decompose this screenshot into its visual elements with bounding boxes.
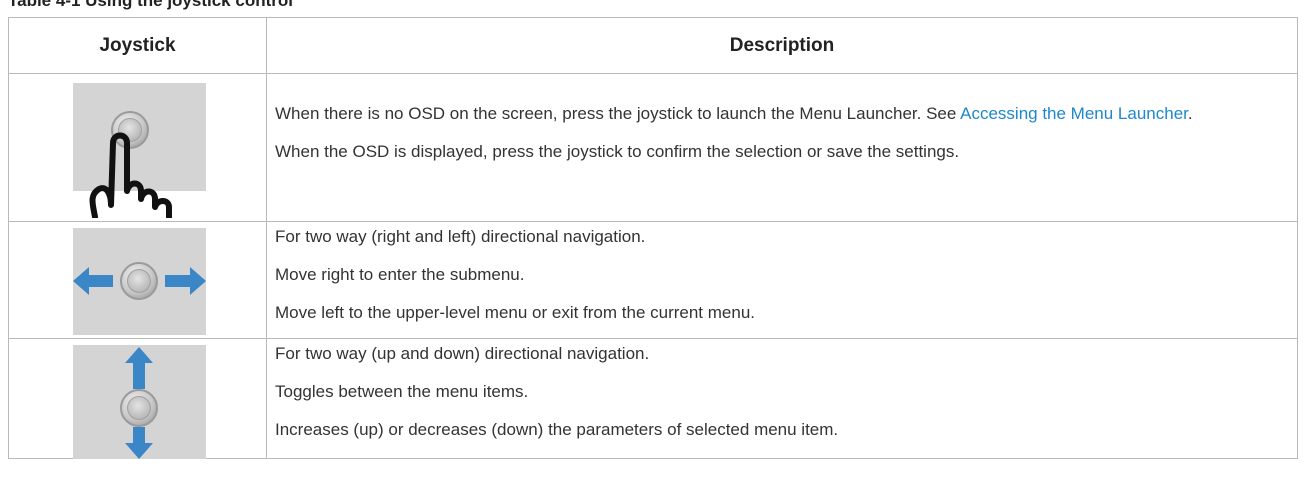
description-paragraph: Toggles between the menu items. — [275, 382, 529, 401]
header-description: Description — [266, 17, 1298, 74]
description-cell: For two way (up and down) directional na… — [266, 338, 1298, 459]
table-row: For two way (up and down) directional na… — [8, 338, 1298, 459]
paragraph-text: When there is no OSD on the screen, pres… — [275, 104, 961, 123]
description-paragraph: Move left to the upper-level menu or exi… — [275, 303, 756, 322]
table-caption: Table 4-1 Using the joystick control — [8, 0, 293, 10]
description-paragraph: When the OSD is displayed, press the joy… — [275, 142, 960, 161]
joystick-image-cell — [8, 221, 267, 339]
joystick-table: Joystick Description When there is no OS… — [8, 17, 1298, 459]
table-row: For two way (right and left) directional… — [8, 221, 1298, 339]
joystick-press-icon — [73, 83, 206, 218]
description-cell: For two way (right and left) directional… — [266, 221, 1298, 339]
header-joystick: Joystick — [8, 17, 267, 74]
table-header-row: Joystick Description — [8, 17, 1298, 74]
description-paragraph: For two way (up and down) directional na… — [275, 344, 650, 363]
description-paragraph: Increases (up) or decreases (down) the p… — [275, 420, 839, 439]
description-paragraph: Move right to enter the submenu. — [275, 265, 525, 284]
table-row: When there is no OSD on the screen, pres… — [8, 73, 1298, 222]
joystick-left-right-icon — [73, 228, 206, 335]
description-paragraph: For two way (right and left) directional… — [275, 227, 646, 246]
joystick-image-cell — [8, 73, 267, 222]
joystick-image-cell — [8, 338, 267, 459]
paragraph-suffix: . — [1187, 104, 1193, 123]
description-paragraph: When there is no OSD on the screen, pres… — [275, 102, 1289, 125]
accessing-menu-launcher-link[interactable]: Accessing the Menu Launcher — [960, 104, 1188, 123]
description-cell: When there is no OSD on the screen, pres… — [266, 73, 1298, 222]
joystick-up-down-icon — [73, 345, 206, 459]
